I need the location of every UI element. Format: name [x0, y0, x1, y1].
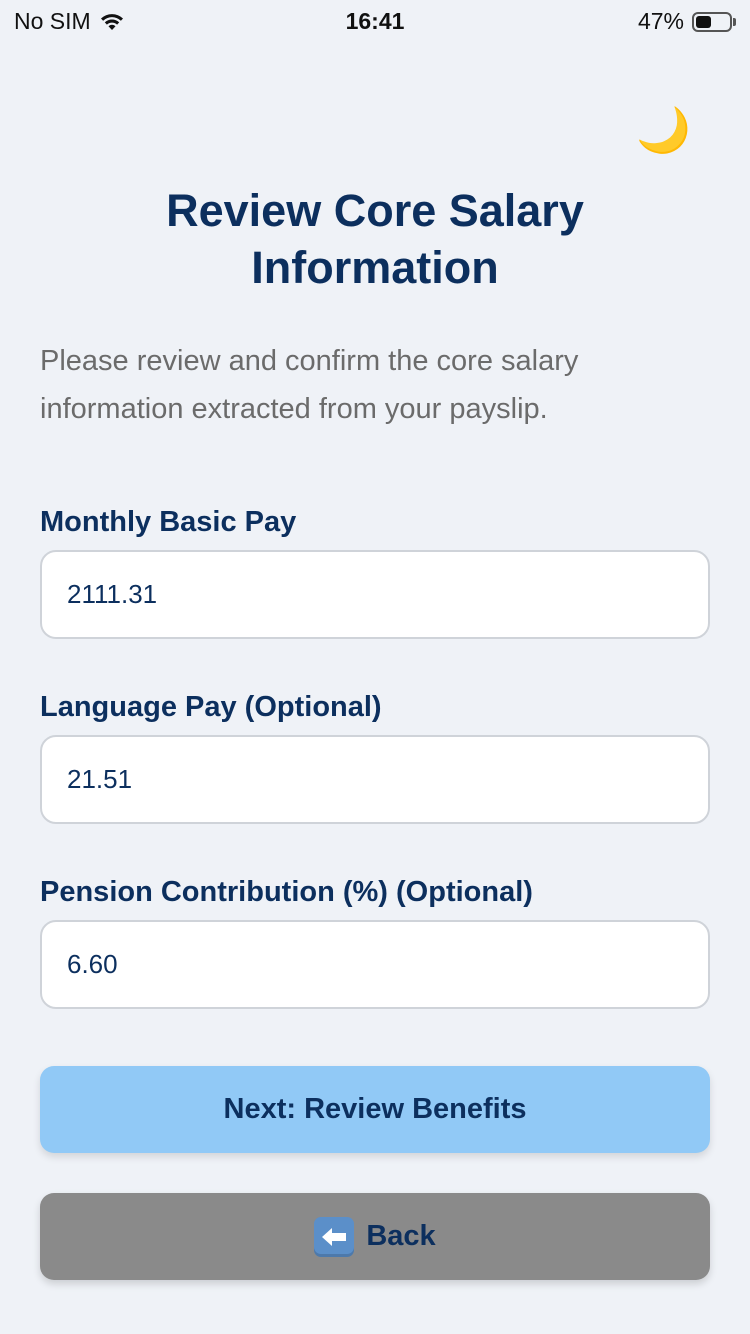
battery-percent: 47%: [637, 8, 684, 34]
battery-status: 47%: [638, 8, 736, 35]
monthly-basic-pay-label: Monthly Basic Pay: [40, 506, 297, 538]
pension-contribution-input[interactable]: [40, 920, 710, 1009]
pension-contribution-label: Pension Contribution (%) (Optional): [40, 876, 533, 908]
next-button-label: Next: Review Benefits: [223, 1093, 527, 1125]
battery-fill: [696, 15, 711, 28]
page-title: Review Core Salary Information: [166, 185, 584, 293]
battery-cap: [733, 17, 736, 26]
crescent-moon-icon: 🌙: [636, 106, 691, 155]
status-bar: No SIM 16:41 47%: [0, 0, 750, 40]
language-pay-label: Language Pay (Optional): [40, 691, 382, 723]
language-pay-input[interactable]: [40, 735, 710, 824]
page-description: Please review and confirm the core salar…: [40, 345, 579, 425]
dark-mode-toggle[interactable]: 🌙: [636, 104, 691, 158]
back-button-label: Back: [366, 1220, 436, 1252]
next-review-benefits-button[interactable]: Next: Review Benefits: [40, 1066, 710, 1153]
back-button[interactable]: Back: [40, 1193, 710, 1280]
back-arrow-icon: [314, 1216, 355, 1257]
battery-icon: [692, 11, 732, 32]
monthly-basic-pay-input[interactable]: [40, 550, 710, 639]
